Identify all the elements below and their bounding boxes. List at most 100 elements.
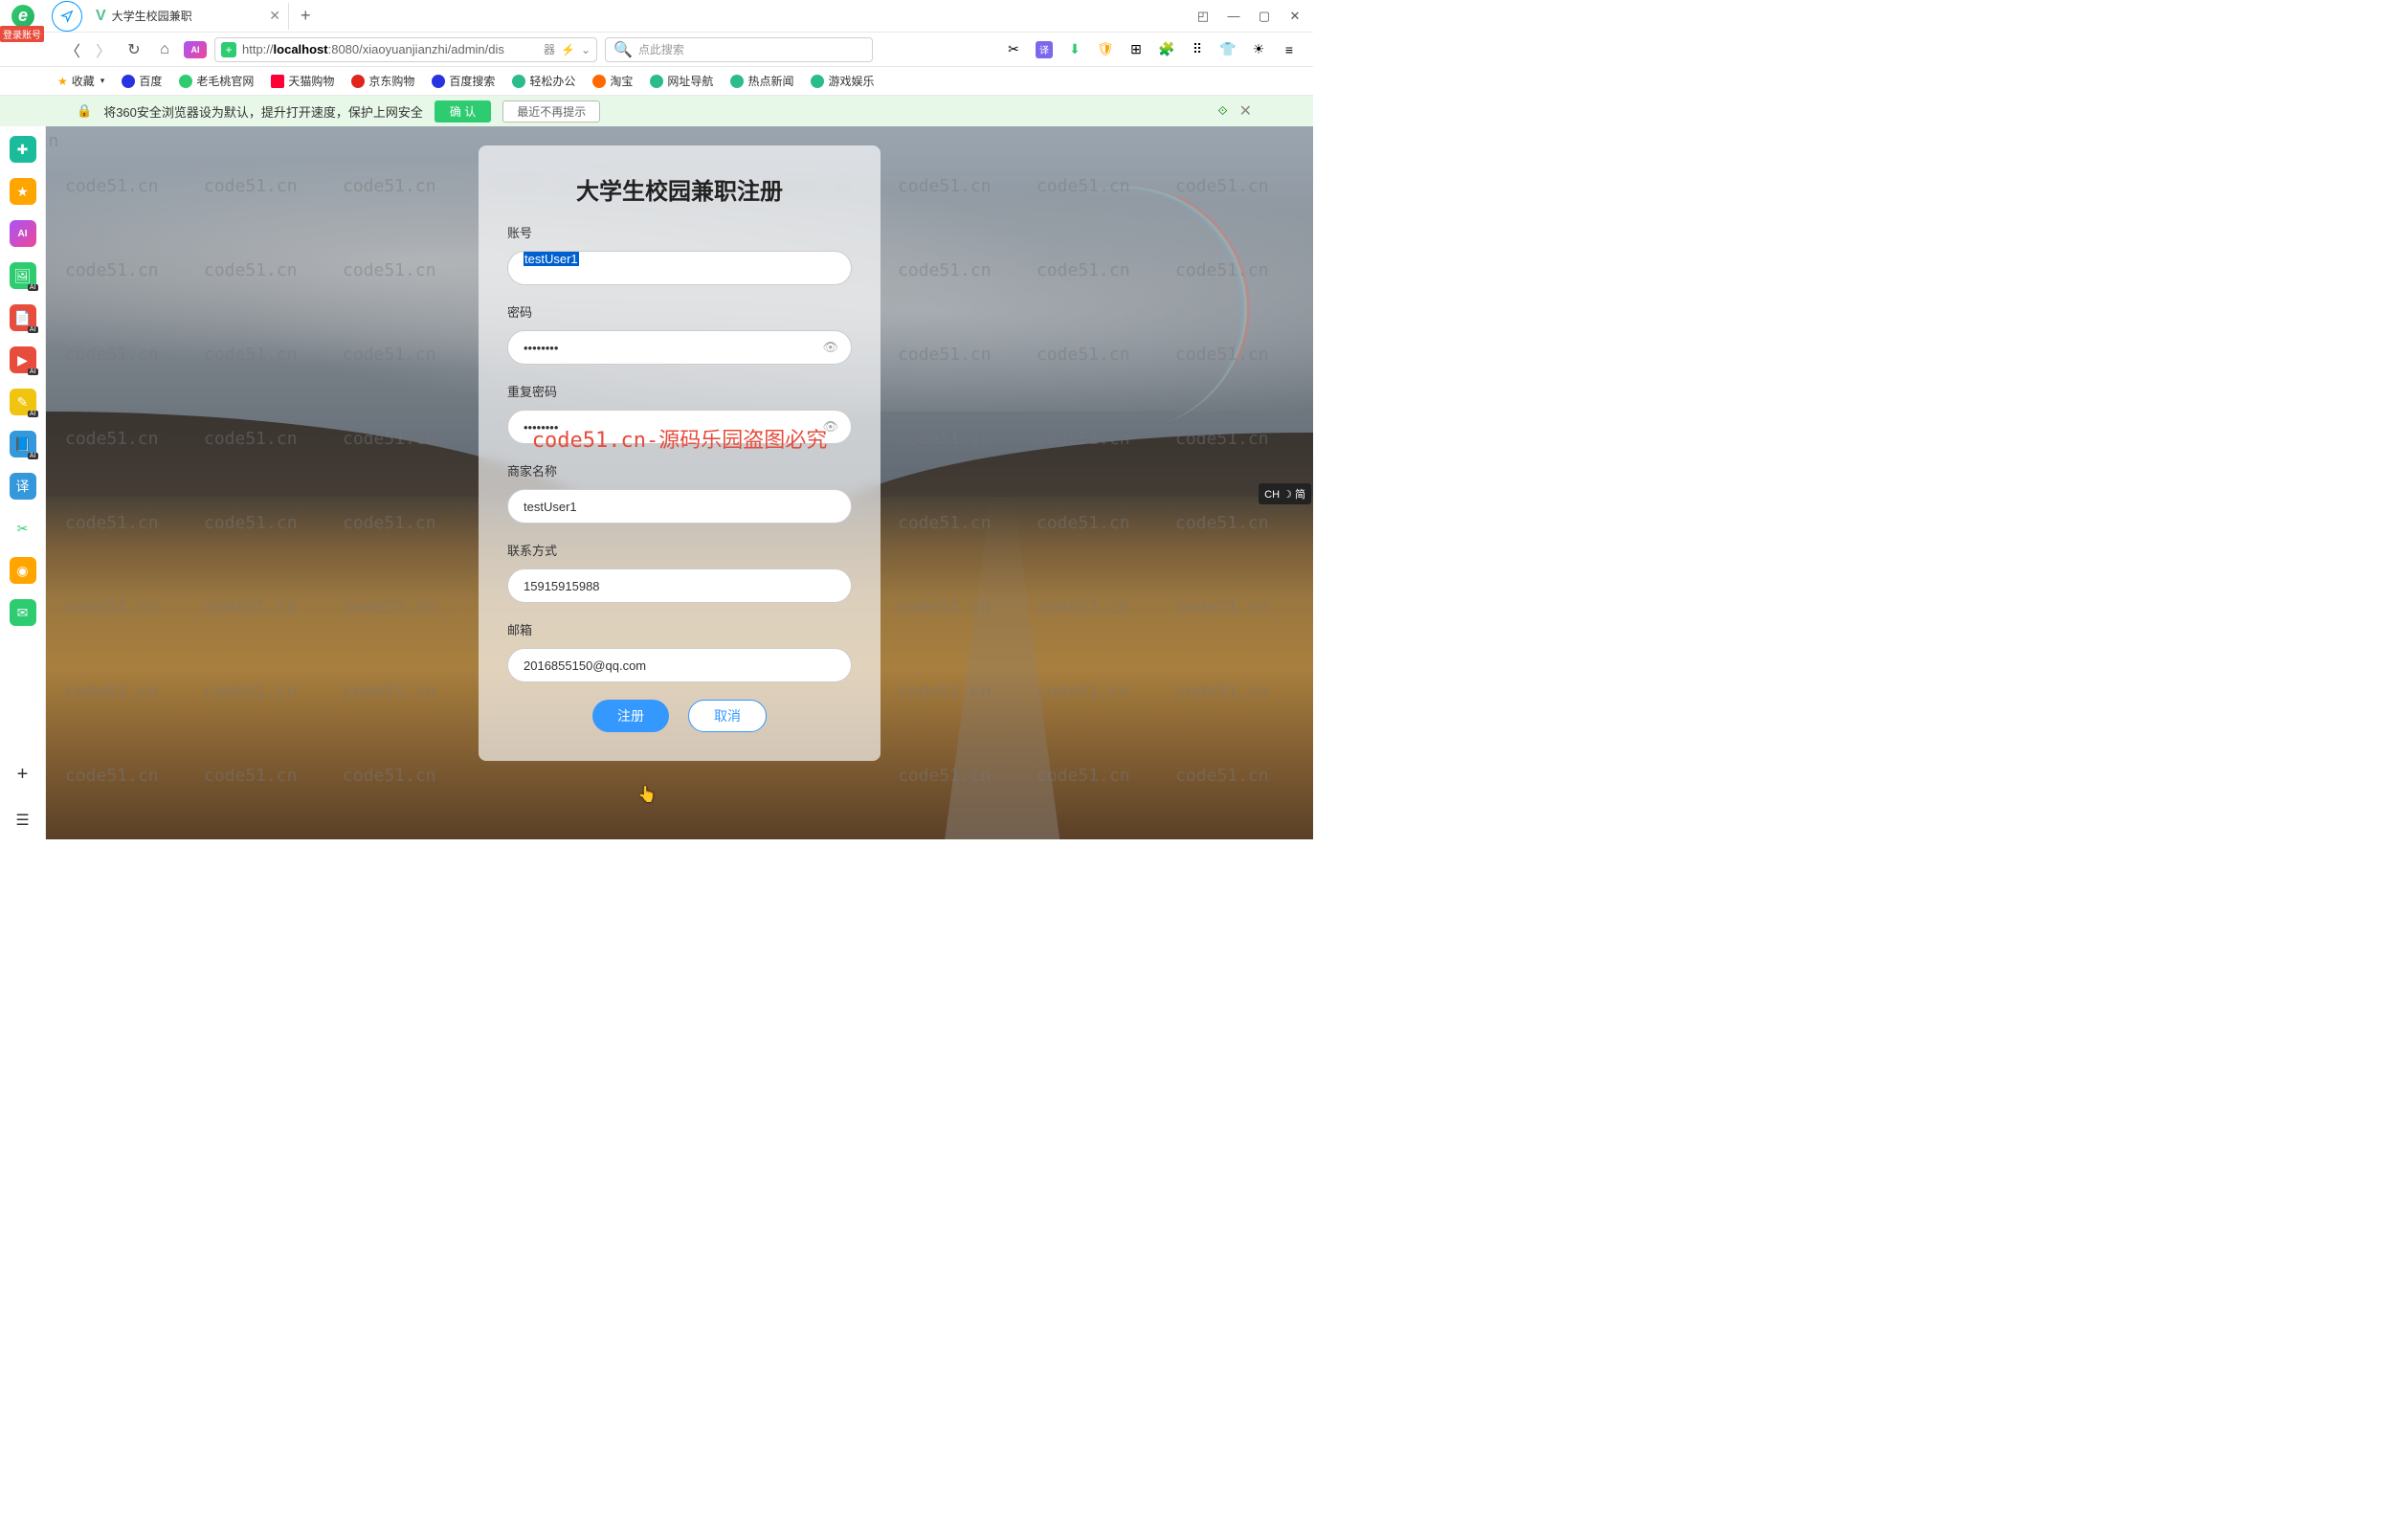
bookmark-tmall[interactable]: 天猫购物: [271, 73, 334, 89]
tab-close-icon[interactable]: ✕: [269, 8, 280, 24]
addr-flash-icon[interactable]: ⚡: [561, 43, 575, 56]
sidebar-translate-icon[interactable]: 译: [10, 473, 36, 500]
page-content: 1.cn code51.cn code51.cn code51.cn code5…: [46, 126, 1313, 839]
apps-icon[interactable]: ⠿: [1189, 41, 1206, 58]
bookmark-taobao[interactable]: 淘宝: [592, 73, 633, 89]
nav-home-icon[interactable]: ⌂: [153, 41, 176, 58]
window-close-icon[interactable]: ✕: [1288, 10, 1302, 23]
banner-close-icon[interactable]: ✕: [1239, 101, 1252, 121]
bookmark-baidu[interactable]: 百度: [122, 73, 162, 89]
field-password: 密码 👁: [507, 302, 852, 365]
menu-icon[interactable]: ≡: [1281, 41, 1298, 58]
username-input[interactable]: testUser1: [507, 251, 852, 285]
baidu-search-icon: [432, 75, 445, 88]
sidebar-star-icon[interactable]: ★: [10, 178, 36, 205]
translate-icon[interactable]: 译: [1036, 41, 1053, 58]
bookmark-games[interactable]: 游戏娱乐: [811, 73, 874, 89]
sidebar-add-button[interactable]: +: [17, 764, 29, 786]
sidebar-mail-icon[interactable]: ✉: [10, 599, 36, 626]
banner-confirm-button[interactable]: 确 认: [435, 100, 491, 123]
cut-icon[interactable]: ✂: [1005, 41, 1022, 58]
lock-icon: 🔒: [77, 103, 92, 119]
main-area: ✚ ★ AI 🖼AI 📄AI ▶AI ✎AI 📘AI 译 ✂ ◉ ✉ + ☰ 1…: [0, 126, 1313, 839]
location-arrow-icon[interactable]: [52, 1, 82, 32]
email-label: 邮箱: [507, 620, 852, 638]
mouse-cursor-icon: 👆: [637, 785, 657, 804]
eye-icon[interactable]: 👁: [822, 340, 838, 355]
banner-text: 将360安全浏览器设为默认，提升打开速度，保护上网安全: [103, 102, 423, 121]
password-input[interactable]: [507, 330, 852, 365]
download-icon[interactable]: ⬇: [1066, 41, 1083, 58]
bookmarks-bar: ★收藏▾ 百度 老毛桃官网 天猫购物 京东购物 百度搜索 轻松办公 淘宝 网址导…: [0, 67, 1313, 96]
star-icon: ★: [57, 75, 68, 88]
search-placeholder: 点此搜索: [638, 41, 684, 57]
sidebar-pdf-icon[interactable]: 📄AI: [10, 304, 36, 331]
contact-label: 联系方式: [507, 541, 852, 559]
logo-e-icon: e: [11, 5, 34, 28]
shield-icon[interactable]: 🛡: [1097, 41, 1114, 58]
bookmark-laomaotao[interactable]: 老毛桃官网: [179, 73, 254, 89]
form-title: 大学生校园兼职注册: [507, 172, 852, 206]
tab-favicon-icon: V: [96, 8, 106, 25]
skin-icon[interactable]: 👕: [1219, 41, 1237, 58]
form-buttons: 注册 取消: [507, 700, 852, 732]
merchant-input[interactable]: [507, 489, 852, 524]
bookmark-jd[interactable]: 京东购物: [351, 73, 414, 89]
search-icon: 🔍: [613, 40, 633, 59]
laomaotao-icon: [179, 75, 192, 88]
theme-icon[interactable]: ☀: [1250, 41, 1267, 58]
address-input[interactable]: + http://localhost:8080/xiaoyuanjianzhi/…: [214, 37, 597, 62]
news-icon: [730, 75, 744, 88]
office-icon: [512, 75, 525, 88]
sidebar-edit-icon[interactable]: ✎AI: [10, 389, 36, 415]
username-label: 账号: [507, 223, 852, 241]
grid-icon[interactable]: ⊞: [1127, 41, 1145, 58]
ime-indicator[interactable]: CH ☽ 简: [1259, 483, 1311, 504]
register-button[interactable]: 注册: [592, 700, 669, 732]
repeat-password-label: 重复密码: [507, 382, 852, 400]
default-browser-banner: 🔒 将360安全浏览器设为默认，提升打开速度，保护上网安全 确 认 最近不再提示…: [0, 96, 1313, 126]
browser-tab[interactable]: V 大学生校园兼职 ✕: [88, 3, 289, 30]
browser-logo[interactable]: e 登录账号: [0, 0, 46, 33]
sidebar-scissors-icon[interactable]: ✂: [10, 515, 36, 542]
window-minimize-icon[interactable]: —: [1227, 10, 1240, 23]
sidebar-video-icon[interactable]: ▶AI: [10, 346, 36, 373]
bookmark-news[interactable]: 热点新闻: [730, 73, 793, 89]
addr-extension-icon[interactable]: 器: [544, 41, 555, 57]
addr-dropdown-icon[interactable]: ⌄: [581, 43, 591, 56]
addressbar: 〈 〉 ↻ ⌂ AI + http://localhost:8080/xiaoy…: [0, 33, 1313, 67]
email-input[interactable]: [507, 648, 852, 682]
bookmark-nav[interactable]: 网址导航: [650, 73, 713, 89]
login-badge[interactable]: 登录账号: [0, 26, 44, 42]
red-watermark: code51.cn-源码乐园盗图必究: [532, 423, 827, 454]
jd-icon: [351, 75, 365, 88]
nav-back-icon[interactable]: 〈: [61, 38, 84, 61]
sidebar-ai-icon[interactable]: AI: [10, 220, 36, 247]
field-username: 账号 testUser1: [507, 223, 852, 285]
nav-icon: [650, 75, 663, 88]
sidebar-weibo-icon[interactable]: ◉: [10, 557, 36, 584]
search-input[interactable]: 🔍 点此搜索: [605, 37, 873, 62]
sidebar-list-icon[interactable]: ☰: [15, 811, 29, 830]
url-text: http://localhost:8080/xiaoyuanjianzhi/ad…: [242, 42, 538, 56]
sidebar-image-icon[interactable]: 🖼AI: [10, 262, 36, 289]
banner-later-button[interactable]: 最近不再提示: [502, 100, 600, 123]
games-icon: [811, 75, 824, 88]
sidebar: ✚ ★ AI 🖼AI 📄AI ▶AI ✎AI 📘AI 译 ✂ ◉ ✉ + ☰: [0, 126, 46, 839]
ai-badge-icon[interactable]: AI: [184, 41, 207, 58]
window-maximize-icon[interactable]: ▢: [1258, 10, 1271, 23]
banner-link-icon[interactable]: ⟐: [1217, 103, 1227, 119]
sidebar-doc-icon[interactable]: 📘AI: [10, 431, 36, 457]
contact-input[interactable]: [507, 569, 852, 603]
bookmark-office[interactable]: 轻松办公: [512, 73, 575, 89]
nav-reload-icon[interactable]: ↻: [123, 40, 145, 59]
sidebar-health-icon[interactable]: ✚: [10, 136, 36, 163]
baidu-icon: [122, 75, 135, 88]
puzzle-icon[interactable]: 🧩: [1158, 41, 1175, 58]
bookmark-baidu-search[interactable]: 百度搜索: [432, 73, 495, 89]
field-merchant: 商家名称: [507, 461, 852, 524]
window-restore-icon[interactable]: ◰: [1196, 10, 1210, 23]
new-tab-button[interactable]: +: [301, 6, 311, 26]
cancel-button[interactable]: 取消: [688, 700, 767, 732]
favorites-button[interactable]: ★收藏▾: [57, 73, 104, 89]
